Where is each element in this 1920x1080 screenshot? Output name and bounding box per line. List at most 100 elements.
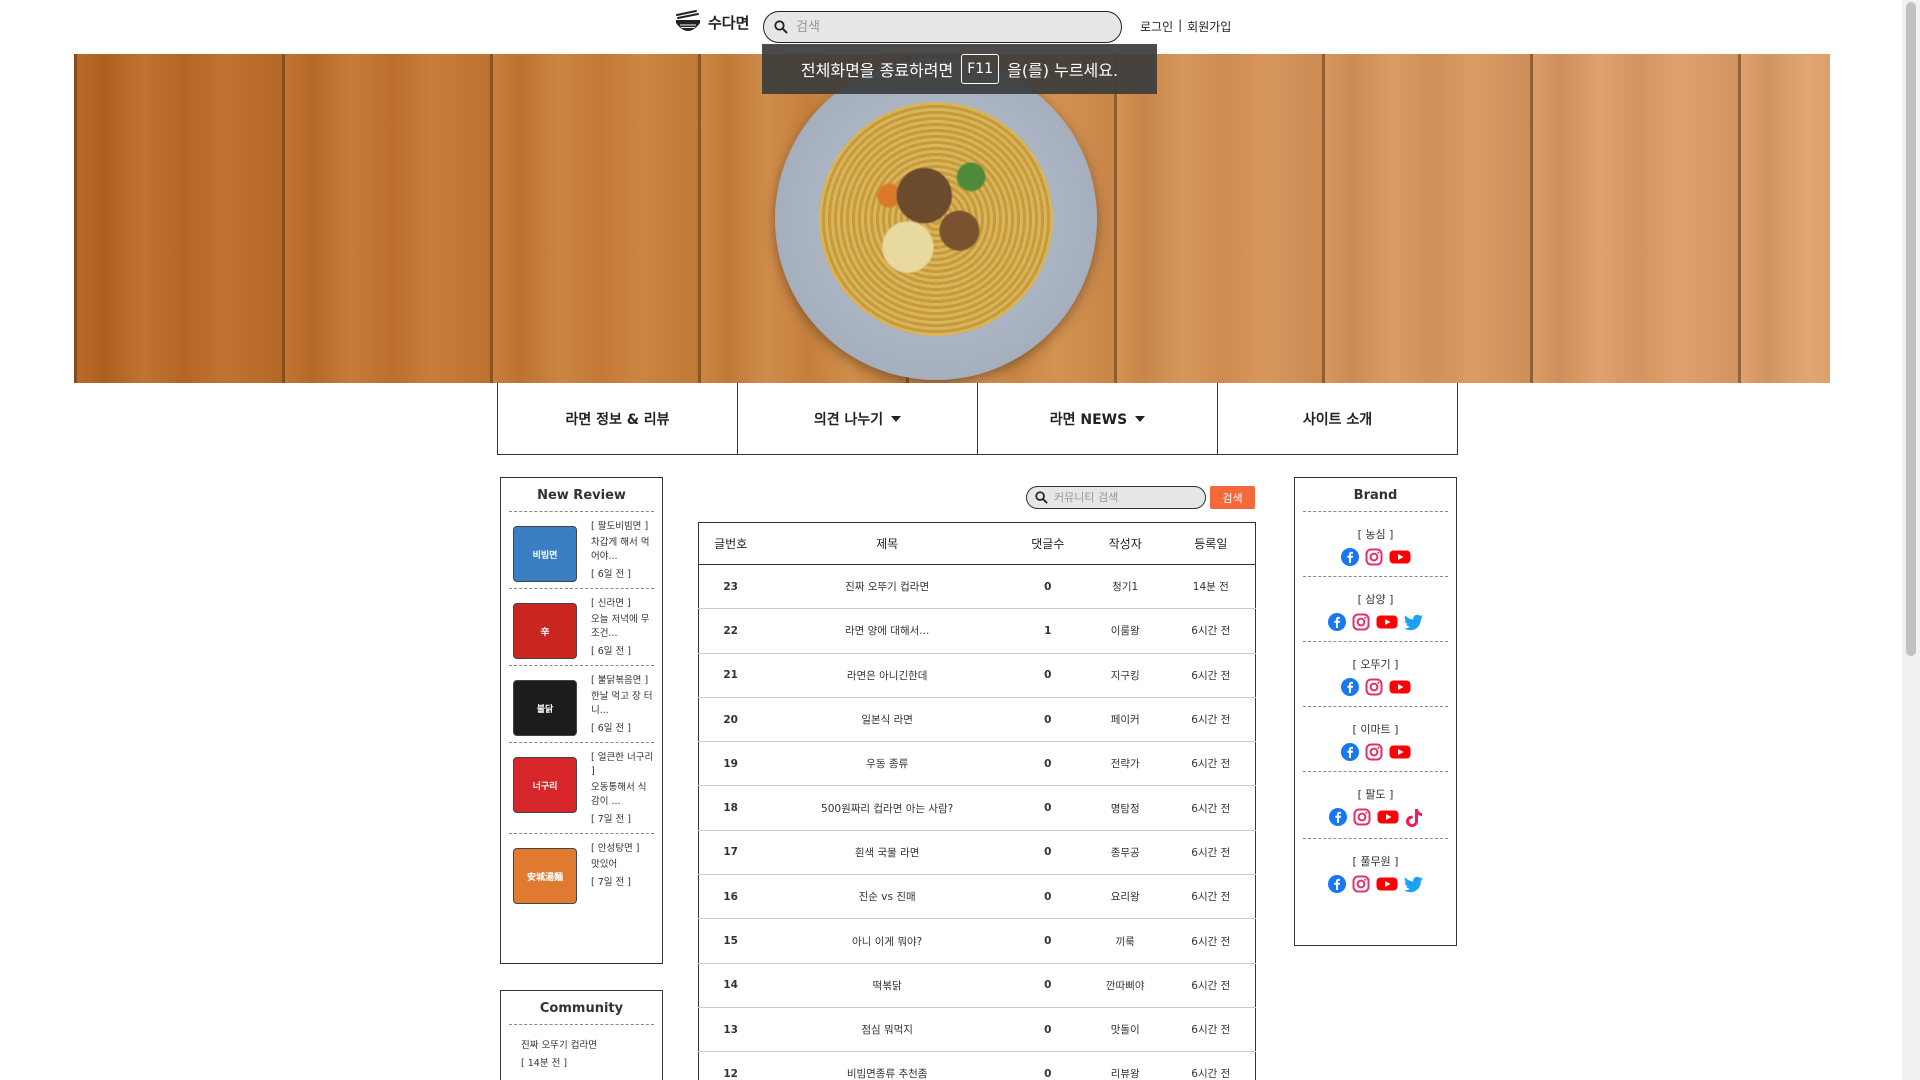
brand-name: [ 삼양 ]	[1357, 593, 1394, 606]
facebook-icon[interactable]	[1327, 613, 1346, 631]
youtube-icon[interactable]	[1389, 743, 1411, 761]
facebook-icon[interactable]	[1340, 743, 1359, 761]
post-title[interactable]: 일본식 라면	[762, 697, 1012, 743]
review-item[interactable]: 安城湯麵 [ 안성탕면 ] 맛있어 [ 7일 전 ]	[509, 834, 654, 910]
post-number: 19	[698, 741, 763, 787]
post-title[interactable]: 진짜 오뚜기 컵라면	[762, 564, 1012, 610]
post-comment-count: 0	[1011, 1007, 1084, 1053]
table-row[interactable]: 18 500원짜리 컵라면 아는 사람? 0 명탐정 6시간 전	[698, 785, 1256, 831]
community-search-input[interactable]	[1054, 491, 1194, 504]
community-item[interactable]: 진짜 오뚜기 컵라면 [ 14분 전 ]	[521, 1037, 662, 1073]
nav-item-discussion[interactable]: 의견 나누기	[738, 383, 978, 454]
post-author: 전략가	[1083, 741, 1167, 787]
brand-panel: Brand [ 농심 ][ 삼양 ][ 오뚜기 ][ 이마트 ][ 팔도 ][ …	[1294, 477, 1457, 946]
table-row[interactable]: 17 흰색 국물 라면 0 종무공 6시간 전	[698, 830, 1256, 876]
brand-group: [ 이마트 ]	[1303, 707, 1448, 772]
instagram-icon[interactable]	[1365, 743, 1383, 761]
brand-name: [ 풀무원 ]	[1352, 855, 1399, 868]
post-comment-count: 0	[1011, 830, 1084, 876]
post-date: 6시간 전	[1166, 608, 1256, 654]
column-header-date: 등록일	[1166, 522, 1256, 565]
site-search-input[interactable]	[796, 19, 1096, 35]
post-author: 맛돌이	[1083, 1007, 1167, 1053]
review-product: [ 안성탕면 ]	[591, 843, 640, 854]
post-date: 14분 전	[1166, 564, 1256, 610]
community-panel: Community 진짜 오뚜기 컵라면 [ 14분 전 ]	[500, 990, 663, 1080]
post-comment-count: 0	[1011, 963, 1084, 1008]
community-search-button[interactable]: 검색	[1210, 486, 1255, 509]
table-row[interactable]: 16 진순 vs 진매 0 요리왕 6시간 전	[698, 874, 1256, 920]
ramen-bowl-icon	[676, 10, 700, 31]
nav-item-about[interactable]: 사이트 소개	[1218, 383, 1457, 454]
product-thumbnail[interactable]: 비빔면	[513, 526, 577, 582]
review-item[interactable]: 비빔면 [ 팔도비빔면 ] 차갑게 해서 먹어야... [ 6일 전 ]	[509, 512, 654, 589]
product-thumbnail[interactable]: 安城湯麵	[513, 848, 577, 904]
site-logo[interactable]: 수다면	[674, 9, 749, 35]
youtube-icon[interactable]	[1376, 875, 1398, 893]
post-title[interactable]: 아니 이게 뭐야?	[762, 918, 1012, 964]
post-author: 청기1	[1083, 564, 1167, 610]
table-row[interactable]: 14 떡볶닭 0 깐따삐야 6시간 전	[698, 963, 1256, 1008]
table-row[interactable]: 19 우동 종류 0 전략가 6시간 전	[698, 741, 1256, 787]
page-scrollbar[interactable]	[1902, 0, 1920, 1080]
nav-item-ramen-news[interactable]: 라면 NEWS	[978, 383, 1218, 454]
post-title[interactable]: 라면 양에 대해서...	[762, 608, 1012, 654]
table-row[interactable]: 13 점심 뭐먹지 0 맛돌이 6시간 전	[698, 1007, 1256, 1053]
ramen-bowl-image	[775, 58, 1097, 380]
review-item[interactable]: 너구리 [ 얼큰한 너구리 ] 오동통해서 식감이 ... [ 7일 전 ]	[509, 743, 654, 834]
instagram-icon[interactable]	[1365, 548, 1383, 566]
instagram-icon[interactable]	[1352, 875, 1370, 893]
site-search-box[interactable]	[763, 11, 1122, 43]
brand-social-icons	[1303, 808, 1448, 828]
post-title[interactable]: 비빔면종류 추천좀	[762, 1051, 1012, 1080]
new-review-panel: New Review 비빔면 [ 팔도비빔면 ] 차갑게 해서 먹어야... [ 6일…	[500, 477, 663, 964]
twitter-icon[interactable]	[1403, 613, 1424, 631]
signup-link[interactable]: 회원가입	[1187, 18, 1231, 35]
review-product: [ 팔도비빔면 ]	[591, 521, 649, 532]
post-title[interactable]: 500원짜리 컵라면 아는 사람?	[762, 785, 1012, 831]
post-title[interactable]: 라면은 아니긴한데	[762, 653, 1012, 698]
post-title[interactable]: 떡볶닭	[762, 963, 1012, 1008]
nav-item-ramen-info[interactable]: 라면 정보 & 리뷰	[498, 383, 738, 454]
product-thumbnail[interactable]: 너구리	[513, 757, 577, 813]
post-title[interactable]: 점심 뭐먹지	[762, 1007, 1012, 1053]
review-product: [ 얼큰한 너구리 ]	[591, 752, 654, 777]
toast-key: F11	[961, 54, 1000, 84]
review-item[interactable]: 불닭 [ 불닭볶음면 ] 한날 먹고 장 터니... [ 6일 전 ]	[509, 666, 654, 743]
scrollbar-thumb[interactable]	[1906, 2, 1916, 656]
table-row[interactable]: 23 진짜 오뚜기 컵라면 0 청기1 14분 전	[698, 564, 1256, 610]
facebook-icon[interactable]	[1327, 875, 1346, 893]
product-thumbnail[interactable]: 불닭	[513, 680, 577, 736]
twitter-icon[interactable]	[1403, 875, 1424, 893]
review-item[interactable]: 辛 [ 신라면 ] 오늘 저녁에 무조건... [ 6일 전 ]	[509, 589, 654, 666]
facebook-icon[interactable]	[1340, 678, 1359, 696]
product-thumbnail[interactable]: 辛	[513, 603, 577, 659]
post-title[interactable]: 흰색 국물 라면	[762, 830, 1012, 876]
facebook-icon[interactable]	[1340, 548, 1359, 566]
board-table: 글번호 제목 댓글수 작성자 등록일 23 진짜 오뚜기 컵라면 0 청기1 14분 전…	[698, 522, 1256, 1080]
youtube-icon[interactable]	[1377, 808, 1399, 826]
login-link[interactable]: 로그인	[1140, 18, 1173, 35]
facebook-icon[interactable]	[1328, 808, 1347, 826]
instagram-icon[interactable]	[1353, 808, 1371, 826]
hero-banner	[74, 54, 1830, 383]
brand-name: [ 이마트 ]	[1352, 723, 1399, 736]
table-row[interactable]: 21 라면은 아니긴한데 0 지구킹 6시간 전	[698, 653, 1256, 698]
review-date: [ 6일 전 ]	[591, 569, 631, 580]
post-title[interactable]: 진순 vs 진매	[762, 874, 1012, 920]
instagram-icon[interactable]	[1352, 613, 1370, 631]
table-row[interactable]: 20 일본식 라면 0 페이커 6시간 전	[698, 697, 1256, 743]
table-row[interactable]: 12 비빔면종류 추천좀 0 리뷰왕 6시간 전	[698, 1051, 1256, 1080]
tiktok-icon[interactable]	[1405, 808, 1423, 828]
community-search-box[interactable]	[1026, 486, 1206, 509]
instagram-icon[interactable]	[1365, 678, 1383, 696]
table-row[interactable]: 15 아니 이게 뭐야? 0 끼룩 6시간 전	[698, 918, 1256, 964]
post-title[interactable]: 우동 종류	[762, 741, 1012, 787]
youtube-icon[interactable]	[1389, 678, 1411, 696]
youtube-icon[interactable]	[1389, 548, 1411, 566]
youtube-icon[interactable]	[1376, 613, 1398, 631]
table-row[interactable]: 22 라면 양에 대해서... 1 이룸왕 6시간 전	[698, 608, 1256, 654]
caret-down-icon	[891, 415, 902, 422]
toast-text-before: 전체화면을 종료하려면	[800, 61, 954, 80]
brand-group: [ 팔도 ]	[1303, 772, 1448, 839]
